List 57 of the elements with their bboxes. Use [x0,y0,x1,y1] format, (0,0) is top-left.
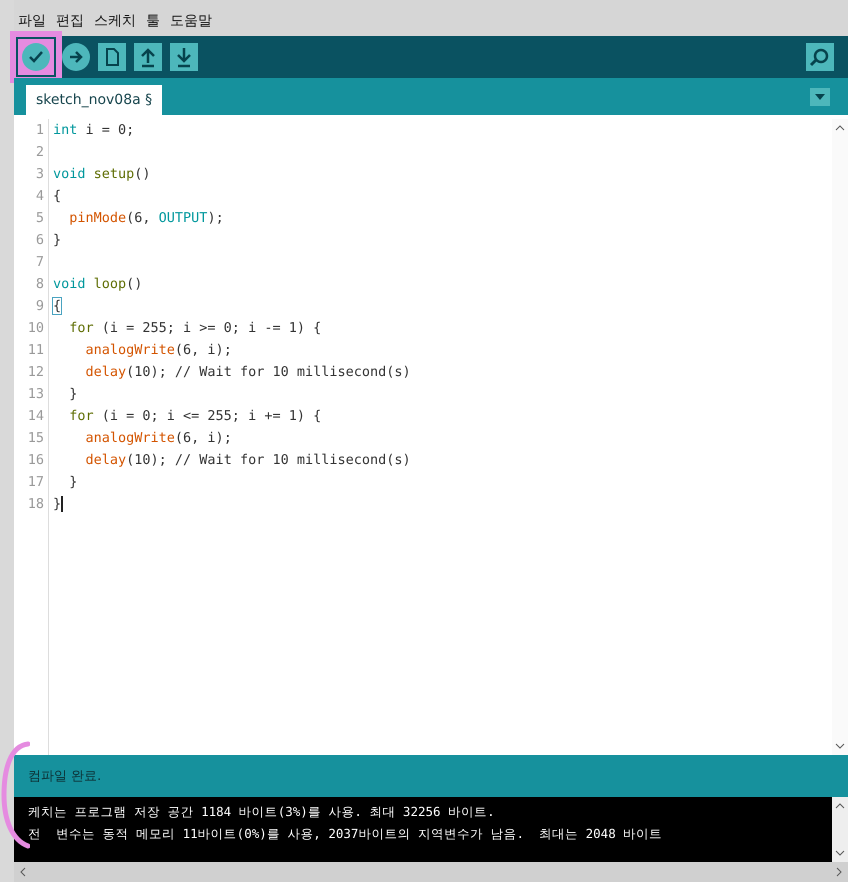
menu-item[interactable]: 파일 [18,12,46,30]
chevron-down-icon[interactable] [835,850,845,856]
line-number: 1 [36,122,44,138]
code-line: for (i = 255; i >= 0; i -= 1) { [68,320,322,336]
code-line: int i = 0; [53,122,134,138]
arrow-right-icon[interactable] [62,43,90,71]
code-line: delay(10); // Wait for 10 millisecond(s) [84,364,411,380]
code-line: delay(10); // Wait for 10 millisecond(s) [84,452,411,468]
status-message: 컴파일 완료. [28,768,102,785]
code-line: analogWrite(6, i); [84,430,232,446]
line-number: 8 [36,276,44,292]
code-line: } [68,474,78,490]
code-line: { [53,188,62,204]
chevron-up-icon[interactable] [835,125,845,131]
console-line: 전 변수는 동적 메모리 11바이트(0%)를 사용, 2037바이트의 지역변수가 남음. 최대는 2048 바이트 [28,825,664,843]
line-number: 11 [28,342,44,358]
code-line: void setup() [53,166,151,182]
chevron-left-icon[interactable] [20,867,26,877]
menu-item[interactable]: 편집 [56,12,84,30]
scrollbar[interactable] [832,797,848,862]
search-icon[interactable] [806,43,834,71]
line-number: 18 [28,496,44,512]
file-tab[interactable]: sketch_nov08a § [26,85,162,115]
line-number: 15 [28,430,44,446]
line-number: 16 [28,452,44,468]
menu-item[interactable]: 스케치 [94,12,136,30]
dropdown-icon[interactable] [810,88,830,106]
menu-item[interactable]: 도움말 [170,12,212,30]
chevron-right-icon[interactable] [836,867,842,877]
scrollbar[interactable] [832,119,848,755]
code-line: for (i = 0; i <= 255; i += 1) { [68,408,322,424]
code-line: { [53,298,62,314]
line-number: 4 [36,188,44,204]
line-number: 10 [28,320,44,336]
line-number: 9 [36,298,44,314]
line-number: 6 [36,232,44,248]
line-number: 17 [28,474,44,490]
arrow-down-icon[interactable] [170,43,198,71]
chevron-up-icon[interactable] [835,803,845,809]
document-icon[interactable] [98,43,126,71]
line-number: 14 [28,408,44,424]
line-number: 3 [36,166,44,182]
code-line: } [53,496,64,512]
code-line: analogWrite(6, i); [84,342,232,358]
line-number: 12 [28,364,44,380]
line-number: 2 [36,144,44,160]
line-number: 7 [36,254,44,270]
code-line: } [53,232,62,248]
code-line: } [68,386,78,402]
code-line: void loop() [53,276,142,292]
console-line: 케치는 프로그램 저장 공간 1184 바이트(3%)를 사용. 최대 32256 바이트. [28,803,496,821]
line-number: 5 [36,210,44,226]
arrow-up-icon[interactable] [134,43,162,71]
line-number: 13 [28,386,44,402]
code-line: pinMode(6, OUTPUT); [68,210,224,226]
chevron-down-icon[interactable] [835,743,845,749]
menu-item[interactable]: 툴 [146,12,160,30]
